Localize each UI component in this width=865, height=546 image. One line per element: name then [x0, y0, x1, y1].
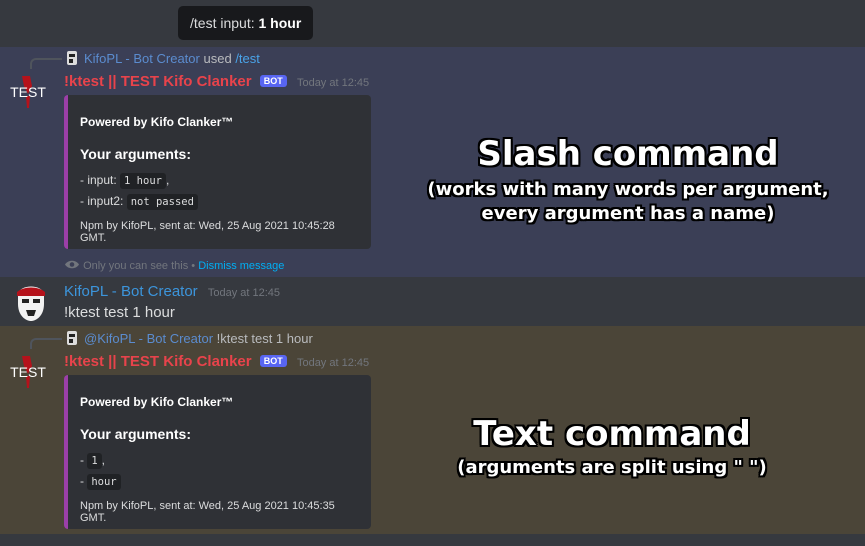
embed-title: Your arguments: [80, 426, 191, 442]
message-timestamp[interactable]: Today at 12:45 [297, 77, 369, 89]
argument-label: - input2: [80, 194, 127, 208]
argument-suffix: , [101, 453, 106, 467]
embed-footer: Npm by KifoPL, sent at: Wed, 25 Aug 2021… [80, 220, 335, 244]
bot-avatar[interactable]: TEST [8, 352, 48, 392]
embed-author: Powered by Kifo Clanker™ [80, 115, 234, 129]
user-message-header: KifoPL - Bot Creator Today at 12:45 [64, 283, 280, 300]
bot-username[interactable]: !ktest || TEST Kifo Clanker [64, 353, 252, 370]
bot-username[interactable]: !ktest || TEST Kifo Clanker [64, 73, 252, 90]
reply-avatar-icon[interactable] [66, 50, 78, 66]
ephemeral-notice: Only you can see this • Dismiss message [64, 259, 284, 272]
embed-arguments: - 1, - hour [80, 450, 359, 492]
user-avatar-icon [17, 286, 45, 321]
bot-avatar-text: TEST [10, 84, 46, 100]
eye-icon [65, 260, 79, 269]
embed-title: Your arguments: [80, 146, 191, 162]
text-command-title: Text command [473, 414, 751, 454]
text-reply-preview[interactable]: @KifoPL - Bot Creator !ktest test 1 hour [84, 331, 313, 346]
tooltip-prefix: /test input: [190, 15, 255, 31]
reply-used-text: used [203, 51, 232, 66]
tooltip-value: 1 hour [258, 15, 302, 31]
reply-content: !ktest test 1 hour [216, 331, 313, 346]
argument-suffix: , [165, 173, 170, 187]
slash-reply-preview[interactable]: KifoPL - Bot Creator used /test [84, 51, 260, 66]
user-message-content: !ktest test 1 hour [64, 304, 175, 321]
bot-badge: BOT [259, 355, 287, 367]
argument-value: hour [87, 474, 121, 490]
embed-author: Powered by Kifo Clanker™ [80, 395, 234, 409]
reply-username[interactable]: KifoPL - Bot Creator [84, 51, 200, 66]
slash-command-title: Slash command [477, 134, 779, 174]
reply-avatar-icon[interactable] [66, 330, 78, 346]
argument-value: 1 hour [120, 173, 166, 189]
slash-embed: Powered by Kifo Clanker™ Your arguments:… [64, 95, 371, 249]
bot-avatar[interactable]: TEST [8, 72, 48, 112]
embed-footer: Npm by KifoPL, sent at: Wed, 25 Aug 2021… [80, 500, 335, 524]
argument-value: not passed [126, 194, 198, 210]
argument-line: - input: 1 hour, [80, 170, 359, 191]
command-tooltip: /test input: 1 hour [178, 6, 314, 40]
argument-value: 1 [87, 453, 102, 469]
bot-badge: BOT [259, 75, 287, 87]
bot-avatar-text: TEST [10, 364, 46, 380]
reply-connector [30, 58, 62, 69]
message-timestamp[interactable]: Today at 12:45 [208, 287, 280, 299]
ephemeral-text: Only you can see this • [83, 260, 196, 272]
embed-arguments: - input: 1 hour, - input2: not passed [80, 170, 359, 212]
text-embed: Powered by Kifo Clanker™ Your arguments:… [64, 375, 371, 529]
reply-username[interactable]: @KifoPL - Bot Creator [84, 331, 213, 346]
text-command-description: (arguments are split using " ") [457, 457, 767, 478]
user-avatar[interactable] [14, 282, 48, 322]
slash-description-line: (works with many words per argument, [427, 179, 829, 200]
slash-description-line: every argument has a name) [481, 203, 775, 224]
slash-message-header: !ktest || TEST Kifo Clanker BOT Today at… [64, 73, 369, 90]
slash-command-description: (works with many words per argument, eve… [418, 178, 838, 226]
dismiss-message-link[interactable]: Dismiss message [198, 260, 284, 272]
text-message-header: !ktest || TEST Kifo Clanker BOT Today at… [64, 353, 369, 370]
argument-line: - hour [80, 471, 359, 492]
reply-connector [30, 338, 62, 349]
argument-line: - input2: not passed [80, 191, 359, 212]
user-username[interactable]: KifoPL - Bot Creator [64, 283, 198, 300]
argument-line: - 1, [80, 450, 359, 471]
argument-label: - input: [80, 173, 121, 187]
message-timestamp[interactable]: Today at 12:45 [297, 357, 369, 369]
reply-command[interactable]: /test [235, 51, 260, 66]
